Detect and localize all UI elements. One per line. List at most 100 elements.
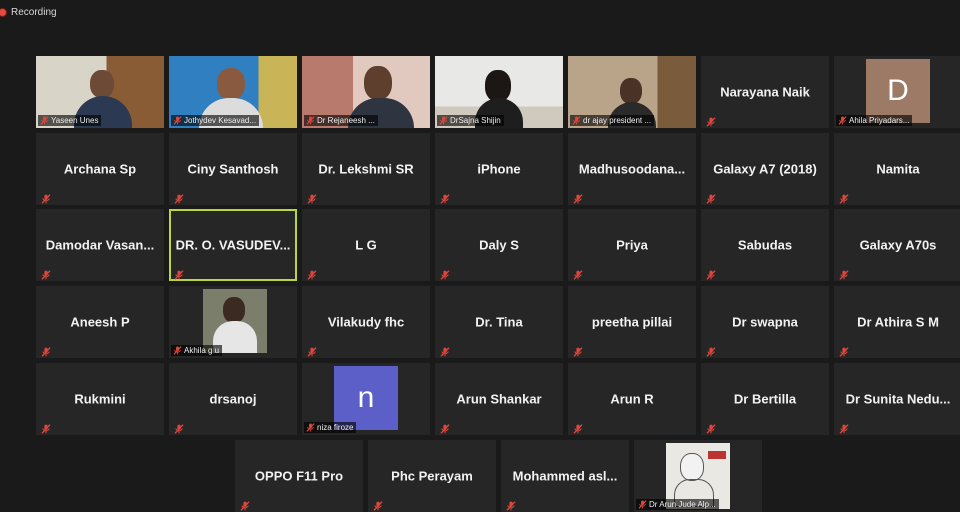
- participant-caption: Dr Arun Jude Alp...: [636, 499, 719, 510]
- mic-off-icon: [838, 116, 847, 125]
- participant-caption: Jothydev Kesavad...: [171, 115, 260, 126]
- mic-off-icon: [440, 344, 450, 357]
- avatar: D: [866, 59, 930, 123]
- participant-tile[interactable]: preetha pillai: [568, 286, 696, 358]
- participant-name: Ahila Priyadars...: [849, 116, 910, 125]
- participant-tile[interactable]: L G: [302, 209, 430, 281]
- participant-name: Dr. Lekshmi SR: [318, 161, 414, 177]
- participant-tile[interactable]: iPhone: [435, 133, 563, 205]
- participant-name: dr ajay president ...: [583, 116, 652, 125]
- participant-name: Ciny Santhosh: [187, 161, 279, 177]
- participant-caption: niza firoze: [304, 422, 357, 433]
- participant-caption: Dr Rejaneesh ...: [304, 115, 378, 126]
- participant-name: Madhusoodana...: [578, 161, 686, 177]
- participant-name: preetha pillai: [591, 314, 673, 330]
- recording-label: Recording: [11, 6, 57, 18]
- participant-name: Dr Sunita Nedu...: [845, 391, 951, 407]
- participant-tile[interactable]: Dr. Lekshmi SR: [302, 133, 430, 205]
- participant-tile[interactable]: drsanoj: [169, 363, 297, 435]
- participant-name: Aneesh P: [70, 314, 130, 330]
- participant-name: DrSajna Shijin: [450, 116, 501, 125]
- participant-tile[interactable]: D Ahila Priyadars...: [834, 56, 960, 128]
- participant-name: OPPO F11 Pro: [254, 468, 344, 484]
- participant-name: Akhila g u: [184, 346, 220, 355]
- participant-tile[interactable]: Priya: [568, 209, 696, 281]
- participant-tile[interactable]: DR. O. VASUDEV...: [169, 209, 297, 281]
- mic-off-icon: [174, 421, 184, 434]
- mic-off-icon: [440, 191, 450, 204]
- participant-tile[interactable]: Narayana Naik: [701, 56, 829, 128]
- participant-tile[interactable]: Dr Rejaneesh ...: [302, 56, 430, 128]
- mic-off-icon: [573, 421, 583, 434]
- participant-tile[interactable]: Arun Shankar: [435, 363, 563, 435]
- mic-off-icon: [41, 191, 51, 204]
- mic-off-icon: [573, 267, 583, 280]
- participant-tile[interactable]: Sabudas: [701, 209, 829, 281]
- profile-photo: [203, 289, 267, 353]
- mic-off-icon: [839, 191, 849, 204]
- mic-off-icon: [439, 116, 448, 125]
- participant-tile[interactable]: DrSajna Shijin: [435, 56, 563, 128]
- participant-name: Dr. Tina: [475, 314, 523, 330]
- mic-off-icon: [40, 116, 49, 125]
- mic-off-icon: [240, 498, 250, 511]
- mic-off-icon: [440, 267, 450, 280]
- mic-off-icon: [839, 421, 849, 434]
- participant-name: Damodar Vasan...: [45, 237, 155, 253]
- participant-tile[interactable]: Dr swapna: [701, 286, 829, 358]
- mic-off-icon: [307, 191, 317, 204]
- participant-name: Yaseen Unes: [51, 116, 99, 125]
- participant-tile[interactable]: Rukmini: [36, 363, 164, 435]
- mic-off-icon: [174, 267, 184, 280]
- participant-tile[interactable]: Akhila g u: [169, 286, 297, 358]
- participant-name: drsanoj: [209, 391, 257, 407]
- mic-off-icon: [706, 421, 716, 434]
- participant-name: Narayana Naik: [720, 84, 810, 100]
- participant-tile[interactable]: Arun R: [568, 363, 696, 435]
- participant-tile[interactable]: Galaxy A7 (2018): [701, 133, 829, 205]
- participant-name: DR. O. VASUDEV...: [175, 237, 291, 253]
- participant-tile[interactable]: Daly S: [435, 209, 563, 281]
- mic-off-icon: [41, 267, 51, 280]
- mic-off-icon: [573, 344, 583, 357]
- avatar: n: [334, 366, 398, 430]
- participant-name: Arun R: [610, 391, 654, 407]
- participant-name: Arun Shankar: [456, 391, 542, 407]
- participant-tile[interactable]: Namita: [834, 133, 960, 205]
- participant-name: L G: [355, 237, 377, 253]
- participant-name: iPhone: [477, 161, 521, 177]
- mic-off-icon: [306, 423, 315, 432]
- participant-tile[interactable]: Yaseen Unes: [36, 56, 164, 128]
- mic-off-icon: [173, 346, 182, 355]
- participant-tile[interactable]: Madhusoodana...: [568, 133, 696, 205]
- participant-tile[interactable]: Ciny Santhosh: [169, 133, 297, 205]
- participant-tile[interactable]: Phc Perayam: [368, 440, 496, 512]
- mic-off-icon: [706, 344, 716, 357]
- participant-name: Galaxy A7 (2018): [713, 161, 817, 177]
- participant-tile[interactable]: Jothydev Kesavad...: [169, 56, 297, 128]
- participant-name: Sabudas: [737, 237, 793, 253]
- mic-off-icon: [573, 191, 583, 204]
- participant-caption: Ahila Priyadars...: [836, 115, 913, 126]
- mic-off-icon: [706, 191, 716, 204]
- participant-tile[interactable]: Mohammed asl...: [501, 440, 629, 512]
- participant-tile[interactable]: Archana Sp: [36, 133, 164, 205]
- participant-tile[interactable]: OPPO F11 Pro: [235, 440, 363, 512]
- participant-tile[interactable]: Dr Sunita Nedu...: [834, 363, 960, 435]
- participant-tile[interactable]: Dr Arun Jude Alp...: [634, 440, 762, 512]
- participant-name: Priya: [616, 237, 648, 253]
- participant-tile[interactable]: Aneesh P: [36, 286, 164, 358]
- participant-tile[interactable]: Dr Bertilla: [701, 363, 829, 435]
- mic-off-icon: [839, 267, 849, 280]
- participant-tile[interactable]: Dr Athira S M: [834, 286, 960, 358]
- participant-name: niza firoze: [317, 423, 354, 432]
- participant-tile[interactable]: Dr. Tina: [435, 286, 563, 358]
- participant-tile[interactable]: dr ajay president ...: [568, 56, 696, 128]
- participant-name: Dr swapna: [732, 314, 798, 330]
- participant-name: Dr Athira S M: [857, 314, 939, 330]
- participant-tile[interactable]: Vilakudy fhc: [302, 286, 430, 358]
- participant-tile[interactable]: Damodar Vasan...: [36, 209, 164, 281]
- mic-off-icon: [839, 344, 849, 357]
- participant-tile[interactable]: n niza firoze: [302, 363, 430, 435]
- participant-tile[interactable]: Galaxy A70s: [834, 209, 960, 281]
